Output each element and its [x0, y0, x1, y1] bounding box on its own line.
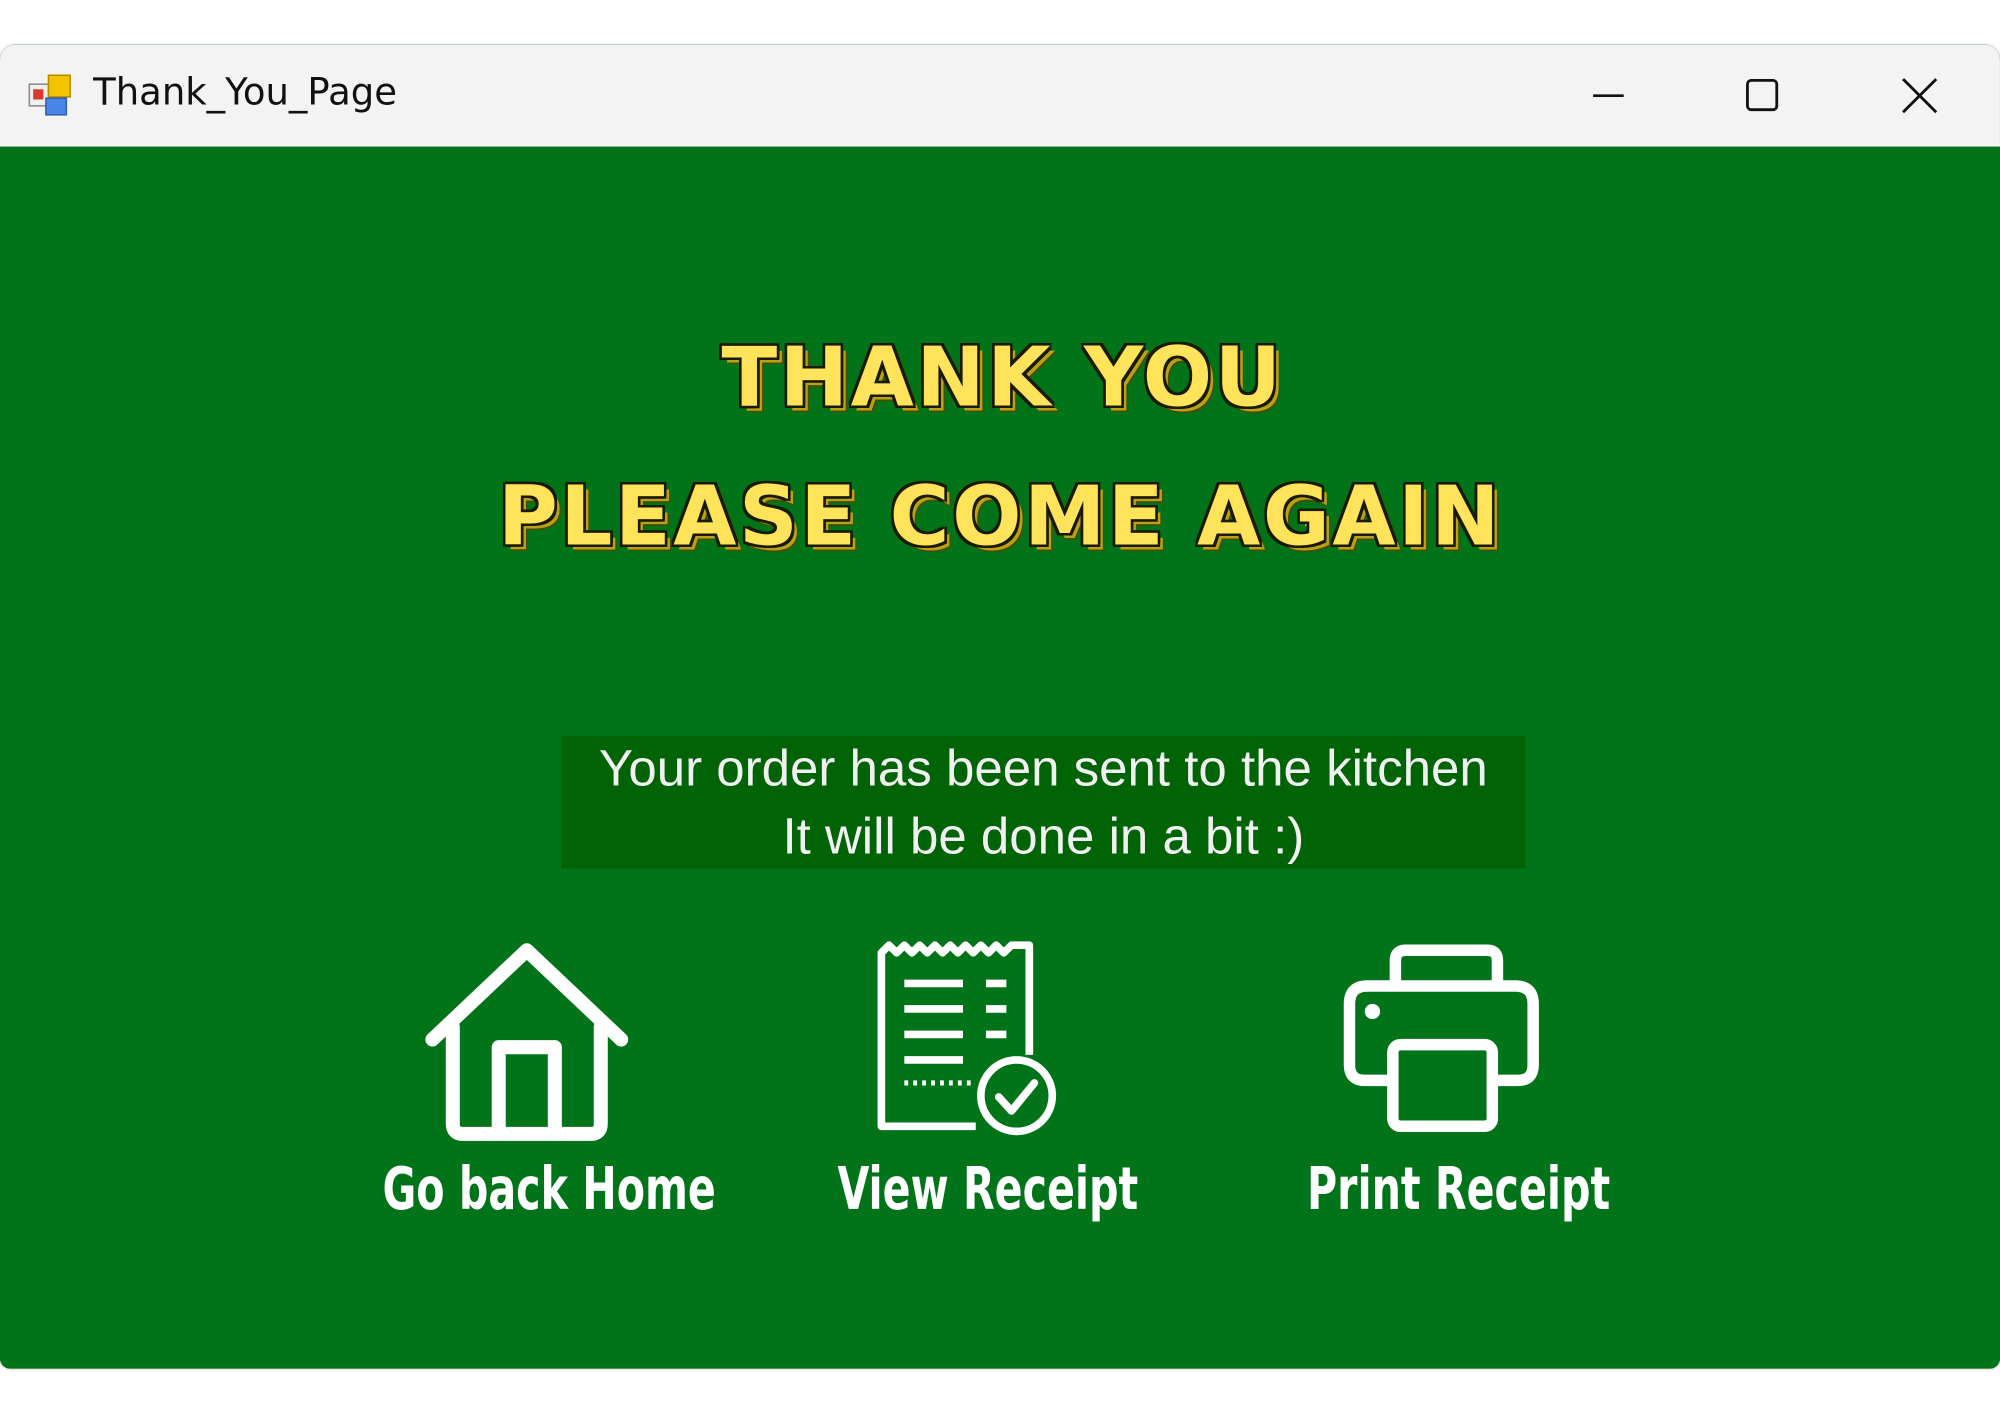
minimize-icon	[1593, 94, 1624, 97]
receipt-icon	[877, 941, 1057, 1136]
title-bar[interactable]: Thank_You_Page	[0, 44, 2000, 147]
maximize-button[interactable]	[1685, 45, 1841, 147]
view-receipt-button[interactable]: View Receipt	[801, 937, 1139, 1281]
minimize-button[interactable]	[1531, 45, 1687, 147]
thank-you-heading: THANK YOU	[721, 331, 1284, 427]
app-icon	[28, 74, 71, 116]
window-title: Thank_You_Page	[93, 70, 397, 114]
print-receipt-label: Print Receipt	[1307, 1154, 1611, 1224]
screen: Thank_You_Page THANK YOU PLEASE COME AGA…	[0, 0, 2000, 1414]
order-status-message: Your order has been sent to the kitchen …	[561, 735, 1526, 869]
app-window: Thank_You_Page THANK YOU PLEASE COME AGA…	[0, 44, 2000, 1369]
message-line-2: It will be done in a bit :)	[782, 808, 1305, 865]
thank-you-panel: THANK YOU PLEASE COME AGAIN Your order h…	[0, 146, 2000, 1369]
printer-icon	[1343, 944, 1539, 1133]
go-back-home-label: Go back Home	[382, 1154, 716, 1224]
close-icon	[1902, 78, 1938, 114]
close-button[interactable]	[1842, 45, 1998, 147]
come-again-heading: PLEASE COME AGAIN	[498, 470, 1502, 566]
print-receipt-button[interactable]: Print Receipt	[1269, 937, 1613, 1281]
maximize-icon	[1746, 78, 1779, 112]
go-back-home-button[interactable]: Go back Home	[342, 937, 716, 1281]
message-line-1: Your order has been sent to the kitchen	[598, 741, 1488, 798]
view-receipt-label: View Receipt	[837, 1154, 1139, 1224]
home-icon	[425, 943, 629, 1141]
